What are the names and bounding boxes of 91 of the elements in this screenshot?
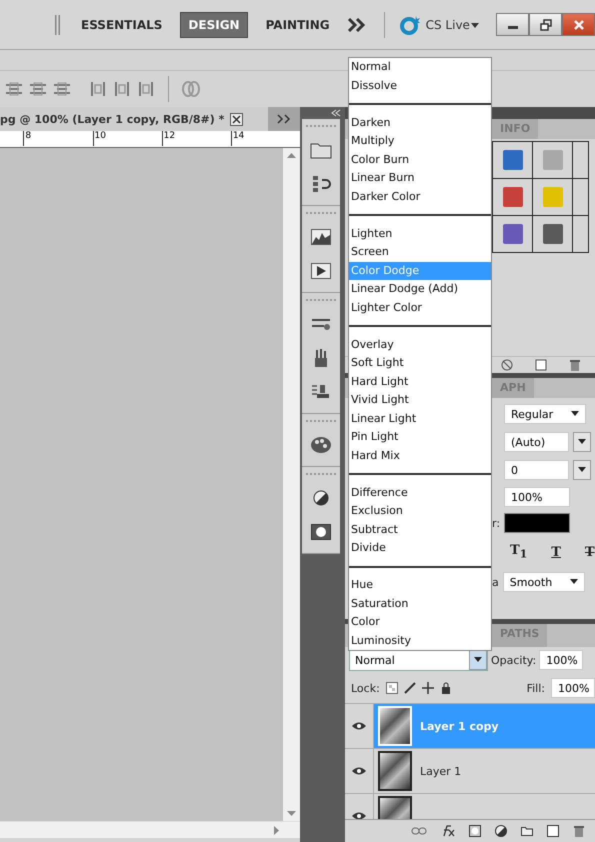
document-title: pg @ 100% (Layer 1 copy, RGB/8#) * <box>0 112 224 126</box>
color-swatch[interactable] <box>504 513 570 533</box>
move-icon[interactable] <box>422 682 434 694</box>
color-label: r: <box>492 516 500 530</box>
style-swatch[interactable] <box>502 150 522 170</box>
double-chevron-icon[interactable] <box>348 18 366 32</box>
caret-icon[interactable] <box>474 657 482 663</box>
brushes-icon[interactable] <box>312 348 330 368</box>
fill-label: Fill: <box>526 682 545 694</box>
opacity-label: Opacity: <box>491 654 536 666</box>
workspace-button[interactable]: ESSENTIALS <box>73 12 170 38</box>
mask-icon[interactable] <box>469 825 481 837</box>
trash-icon[interactable] <box>569 359 581 371</box>
blend-mode-dropdown[interactable]: Normal <box>349 649 488 671</box>
fx-icon[interactable] <box>441 825 455 837</box>
right-arrow-icon[interactable] <box>274 826 280 834</box>
lock-label: Lock: <box>351 682 380 694</box>
caret-icon[interactable] <box>571 411 579 417</box>
caret-icon[interactable] <box>578 439 586 445</box>
new-layer-icon[interactable] <box>547 825 559 837</box>
stamp-icon[interactable] <box>311 383 331 401</box>
opacity-field[interactable]: 100% <box>539 650 584 670</box>
grip-icon <box>55 14 61 34</box>
layer-thumbnail <box>378 751 412 791</box>
layer-name: Layer 1 <box>420 764 462 778</box>
tracking-dropdown-button[interactable] <box>573 460 591 480</box>
distribute-icon[interactable] <box>88 80 108 98</box>
text-style-button[interactable]: T <box>545 544 567 560</box>
antialias-dropdown[interactable]: Smooth <box>502 572 585 592</box>
close-icon[interactable] <box>230 112 244 126</box>
style-swatch[interactable] <box>542 150 562 170</box>
antialias-label: a <box>492 576 499 588</box>
workspace-button[interactable]: PAINTING <box>258 12 338 38</box>
ruler-label: 10 <box>92 131 162 146</box>
new-icon[interactable] <box>535 359 547 371</box>
leading-field[interactable]: (Auto) <box>504 432 570 452</box>
play-icon[interactable] <box>311 263 331 279</box>
cs-live-icon[interactable] <box>398 14 421 34</box>
style-swatch[interactable] <box>542 224 562 244</box>
text-style-button[interactable]: T <box>578 544 595 560</box>
leading-dropdown-button[interactable] <box>573 432 591 452</box>
up-arrow-icon[interactable] <box>287 152 296 158</box>
distribute-icon[interactable] <box>112 80 132 98</box>
align-icon[interactable] <box>28 80 48 98</box>
font-style-dropdown[interactable]: Regular <box>504 404 586 424</box>
histogram-icon[interactable] <box>311 229 331 245</box>
eye-icon[interactable] <box>352 811 366 819</box>
vertical-scrollbar[interactable] <box>283 148 300 821</box>
align-icon[interactable] <box>52 80 72 98</box>
clear-icon[interactable] <box>501 359 513 371</box>
double-chevron-icon[interactable] <box>277 114 291 124</box>
horizontal-scrollbar[interactable] <box>0 821 300 838</box>
style-swatch[interactable] <box>502 224 522 244</box>
layer-name: Layer 1 copy <box>420 720 499 732</box>
caret-icon[interactable] <box>578 467 586 473</box>
distribute-icon[interactable] <box>136 80 156 98</box>
lock-icon[interactable] <box>440 682 452 694</box>
eye-icon[interactable] <box>352 766 366 776</box>
restore-icon[interactable] <box>540 18 552 30</box>
mask-icon[interactable] <box>311 524 331 540</box>
style-swatch[interactable] <box>502 187 522 207</box>
folder-icon[interactable] <box>521 826 533 836</box>
style-swatch[interactable] <box>542 187 562 207</box>
restore-button[interactable] <box>529 13 562 36</box>
adjustment-icon[interactable] <box>495 825 507 837</box>
minimize-button[interactable] <box>496 13 529 36</box>
cs-live-label[interactable]: CS Live <box>426 18 470 32</box>
history-icon[interactable] <box>311 174 331 194</box>
text-style-button[interactable]: T$_{1}$ <box>504 543 534 561</box>
caret-icon[interactable] <box>570 579 578 585</box>
eye-icon[interactable] <box>352 721 366 731</box>
tracking-field[interactable]: 0 <box>504 460 570 480</box>
align-icon[interactable] <box>4 80 24 98</box>
layer-thumbnail <box>378 706 412 746</box>
document-tab[interactable]: pg @ 100% (Layer 1 copy, RGB/8#) * <box>0 107 268 131</box>
caret-icon[interactable] <box>470 20 480 28</box>
close-button[interactable] <box>562 13 595 36</box>
link-icon[interactable] <box>411 826 427 836</box>
fill-field[interactable]: 100% <box>551 678 595 698</box>
checkerboard-icon[interactable] <box>386 682 398 694</box>
folder-icon[interactable] <box>310 141 332 159</box>
collapse-icon[interactable] <box>331 109 341 117</box>
scale-field[interactable]: 100% <box>504 487 570 507</box>
workspace-button[interactable]: DESIGN <box>180 12 248 38</box>
adjustment-icon[interactable] <box>313 490 329 506</box>
trash-icon[interactable] <box>573 825 585 837</box>
down-arrow-icon[interactable] <box>287 811 296 817</box>
ruler-label: 12 <box>162 131 231 146</box>
ruler-label: 8 <box>23 131 93 146</box>
layer-row[interactable]: Layer 1 <box>345 749 595 794</box>
palette-icon[interactable] <box>310 436 332 454</box>
